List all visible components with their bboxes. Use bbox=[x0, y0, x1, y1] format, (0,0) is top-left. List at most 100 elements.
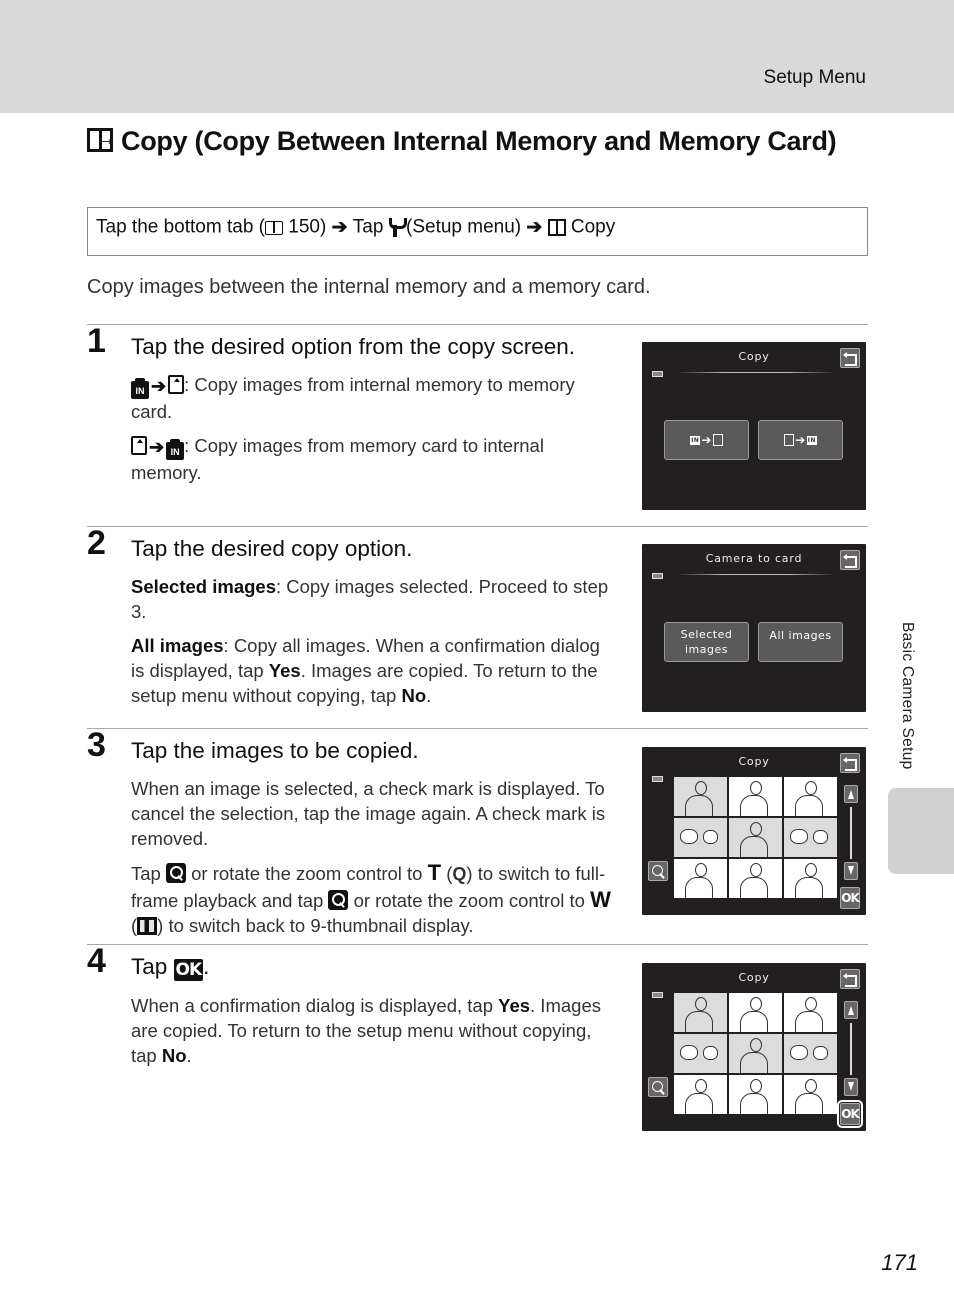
intro-text: Copy images between the internal memory … bbox=[87, 276, 651, 298]
thumbnail[interactable] bbox=[784, 993, 837, 1032]
battery-icon bbox=[652, 992, 663, 998]
zoom-in-button[interactable] bbox=[648, 1077, 668, 1097]
scroll-down-button[interactable] bbox=[844, 862, 858, 880]
ok-button[interactable]: OK bbox=[837, 1100, 863, 1128]
camera-screen-confirm-ok: Copy OK bbox=[642, 963, 866, 1131]
thumbnail[interactable] bbox=[784, 1034, 837, 1073]
screen-title: Copy bbox=[738, 971, 770, 984]
divider bbox=[676, 574, 836, 575]
nav-text: ) bbox=[319, 216, 327, 238]
internal-memory-icon: IN bbox=[806, 435, 817, 445]
magnify-icon: Q bbox=[452, 864, 467, 884]
navigation-path: Tap the bottom tab ( 150) ➔ Tap (Setup m… bbox=[87, 207, 868, 256]
scrollbar[interactable] bbox=[850, 1023, 852, 1075]
all-images-button[interactable]: All images bbox=[758, 622, 843, 662]
thumbnail-grid bbox=[674, 993, 837, 1117]
thumbnail[interactable] bbox=[729, 777, 782, 816]
thumbnail[interactable] bbox=[784, 859, 837, 898]
thumbnail[interactable] bbox=[784, 1075, 837, 1114]
back-button[interactable] bbox=[840, 753, 860, 773]
thumbnail[interactable] bbox=[674, 993, 727, 1032]
scroll-up-button[interactable] bbox=[844, 785, 858, 803]
divider bbox=[87, 728, 868, 729]
thumbnail[interactable] bbox=[784, 777, 837, 816]
chapter-tab[interactable] bbox=[888, 788, 954, 874]
zoom-in-button[interactable] bbox=[648, 861, 668, 881]
divider bbox=[87, 324, 868, 325]
thumbnail-grid-icon bbox=[137, 917, 158, 935]
divider bbox=[676, 372, 836, 373]
thumbnail[interactable] bbox=[674, 777, 727, 816]
internal-to-card-button[interactable]: IN ➔ bbox=[664, 420, 749, 460]
copy-icon bbox=[87, 122, 116, 157]
page-number: 171 bbox=[881, 1250, 918, 1275]
battery-icon bbox=[652, 776, 663, 782]
step-body: IN ➔: Copy images from internal memory to… bbox=[131, 372, 611, 494]
step-body: When an image is selected, a check mark … bbox=[131, 778, 611, 936]
thumbnail[interactable] bbox=[674, 818, 727, 857]
option-label: Selected images bbox=[131, 576, 276, 597]
back-button[interactable] bbox=[840, 550, 860, 570]
thumbnail[interactable] bbox=[729, 859, 782, 898]
thumbnail-grid bbox=[674, 777, 837, 901]
arrow-right-icon: ➔ bbox=[795, 432, 806, 447]
step-number: 3 bbox=[87, 726, 106, 764]
nav-text: (Setup menu) bbox=[406, 216, 522, 238]
scroll-down-button[interactable] bbox=[844, 1078, 858, 1096]
back-button[interactable] bbox=[840, 969, 860, 989]
back-button[interactable] bbox=[840, 348, 860, 368]
camera-screen-camera-to-card: Camera to card Selected images All image… bbox=[642, 544, 866, 712]
thumbnail[interactable] bbox=[729, 1034, 782, 1073]
arrow-right-icon: ➔ bbox=[701, 432, 712, 447]
nav-text: Tap the bottom tab ( bbox=[96, 216, 265, 238]
page-reference-link[interactable]: 150 bbox=[288, 217, 320, 238]
thumbnail[interactable] bbox=[729, 818, 782, 857]
memory-card-icon bbox=[712, 434, 723, 446]
card-to-internal-button[interactable]: ➔ IN bbox=[758, 420, 843, 460]
scroll-up-button[interactable] bbox=[844, 1001, 858, 1019]
thumbnail[interactable] bbox=[729, 1075, 782, 1114]
camera-screen-select-images: Copy OK bbox=[642, 747, 866, 915]
memory-card-icon bbox=[131, 436, 147, 455]
step-title: Tap the images to be copied. bbox=[131, 738, 419, 763]
step-body: Selected images: Copy images selected. P… bbox=[131, 576, 609, 706]
wrench-icon bbox=[388, 218, 407, 237]
screen-title: Camera to card bbox=[705, 552, 803, 565]
screen-title: Copy bbox=[738, 350, 770, 363]
thumbnail[interactable] bbox=[674, 1034, 727, 1073]
page-title-text: Copy (Copy Between Internal Memory and M… bbox=[121, 126, 837, 156]
step-number: 4 bbox=[87, 942, 106, 980]
step-title: Tap OK. bbox=[131, 954, 210, 981]
arrow-right-icon: ➔ bbox=[526, 217, 543, 238]
chapter-tab-label: Basic Camera Setup bbox=[899, 622, 916, 770]
thumbnail[interactable] bbox=[784, 818, 837, 857]
internal-memory-icon: IN bbox=[131, 378, 149, 399]
nav-text: Tap bbox=[352, 216, 384, 238]
camera-screen-copy: Copy IN ➔ ➔ IN bbox=[642, 342, 866, 510]
internal-memory-icon: IN bbox=[166, 439, 185, 460]
arrow-right-icon: ➔ bbox=[151, 376, 167, 396]
ok-icon: OK bbox=[173, 959, 204, 981]
arrow-right-icon: ➔ bbox=[149, 437, 165, 457]
option-label: All images bbox=[131, 635, 224, 656]
page-title: Copy (Copy Between Internal Memory and M… bbox=[87, 122, 847, 159]
book-reference-icon bbox=[265, 220, 283, 235]
step-number: 2 bbox=[87, 524, 106, 562]
step-body: When a confirmation dialog is displayed,… bbox=[131, 995, 601, 1066]
nav-text: Copy bbox=[570, 216, 616, 238]
step-number: 1 bbox=[87, 322, 106, 360]
thumbnail[interactable] bbox=[729, 993, 782, 1032]
option-internal-to-card: IN ➔: Copy images from internal memory to… bbox=[131, 374, 575, 422]
divider bbox=[87, 526, 868, 527]
option-card-to-internal: ➔ IN: Copy images from memory card to int… bbox=[131, 435, 544, 483]
ok-button[interactable]: OK bbox=[840, 887, 860, 909]
arrow-right-icon: ➔ bbox=[331, 217, 348, 238]
thumbnail[interactable] bbox=[674, 1075, 727, 1114]
thumbnail[interactable] bbox=[674, 859, 727, 898]
battery-icon bbox=[652, 573, 663, 579]
tele-label: T bbox=[427, 860, 442, 885]
selected-images-button[interactable]: Selected images bbox=[664, 622, 749, 662]
scrollbar[interactable] bbox=[850, 807, 852, 859]
header-band bbox=[0, 0, 954, 113]
zoom-out-icon bbox=[328, 890, 349, 910]
